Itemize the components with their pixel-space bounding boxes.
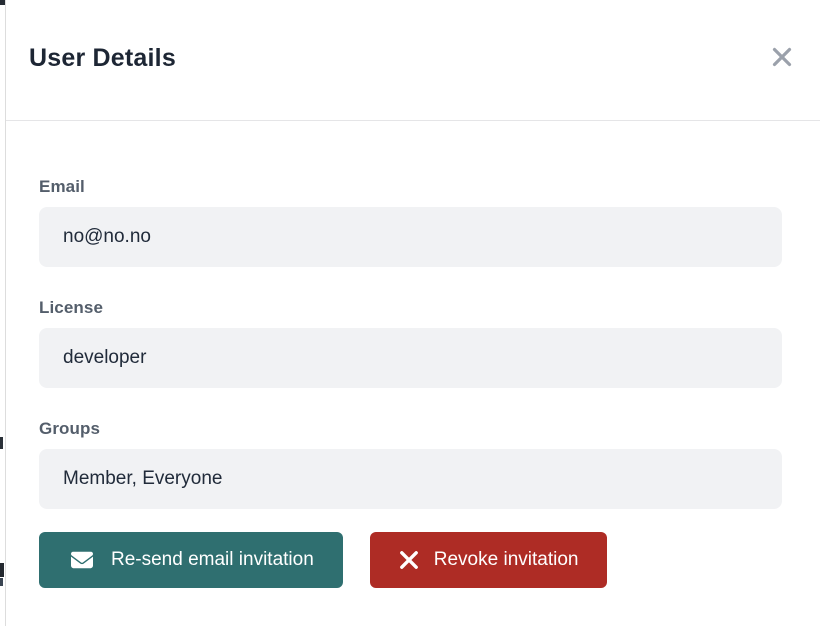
resend-invitation-button[interactable]: Re-send email invitation xyxy=(39,532,343,588)
license-label: License xyxy=(39,298,782,318)
user-details-panel: User Details Email no@no.no License deve… xyxy=(5,0,820,626)
email-label: Email xyxy=(39,177,782,197)
license-field-group: License developer xyxy=(39,298,782,388)
panel-title: User Details xyxy=(29,44,176,73)
resend-button-label: Re-send email invitation xyxy=(111,549,314,571)
screen: User Details Email no@no.no License deve… xyxy=(0,0,820,626)
panel-header: User Details xyxy=(6,0,820,121)
groups-field: Member, Everyone xyxy=(39,449,782,509)
email-field: no@no.no xyxy=(39,207,782,267)
envelope-icon xyxy=(68,549,96,571)
background-page-fragment xyxy=(0,437,3,449)
revoke-invitation-button[interactable]: Revoke invitation xyxy=(370,532,608,588)
close-button[interactable] xyxy=(769,44,795,70)
background-page-fragment xyxy=(0,563,4,577)
groups-label: Groups xyxy=(39,419,782,439)
background-page-fragment xyxy=(0,578,3,586)
x-icon xyxy=(399,550,419,570)
panel-body: Email no@no.no License developer Groups … xyxy=(6,177,820,588)
groups-field-group: Groups Member, Everyone xyxy=(39,419,782,509)
license-field: developer xyxy=(39,328,782,388)
actions-row: Re-send email invitation Revoke invitati… xyxy=(39,532,782,588)
email-field-group: Email no@no.no xyxy=(39,177,782,267)
revoke-button-label: Revoke invitation xyxy=(434,549,579,571)
close-icon xyxy=(771,46,793,68)
